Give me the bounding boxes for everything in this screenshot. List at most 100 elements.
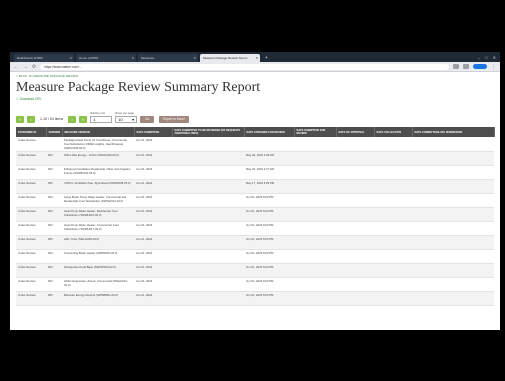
- table-cell: Jun 01, 2022 8:00 PM: [244, 221, 294, 236]
- table-cell: Behavior Energy Reports (SWWB001-03.0): [62, 291, 134, 306]
- table-cell: [374, 277, 412, 292]
- table-cell: 003: [46, 263, 62, 278]
- table-row[interactable]: Under Review 003 Heat Pump Water Heater, R…: [16, 207, 494, 222]
- page-content: < BACK TO MEASURE PACKAGE REVIEW Measure…: [10, 72, 500, 308]
- menu-icon[interactable]: ⋮: [491, 64, 496, 70]
- tab-home[interactable]: Home | ETRM ✕: [76, 54, 136, 62]
- table-cell: Jun 01, 2022 8:00 PM: [244, 207, 294, 222]
- table-cell: Under Review: [16, 263, 46, 278]
- table-cell: [336, 249, 374, 264]
- column-header[interactable]: DATE COMMITTED/LATE SUBMISSION: [412, 127, 495, 137]
- table-cell: Under Review: [16, 165, 46, 180]
- address-bar: ← → ⟳ https://www.caetrm.com/... ⋮: [10, 62, 500, 72]
- table-cell: [374, 263, 412, 278]
- table-cell: 003: [46, 193, 62, 208]
- go-button[interactable]: Go: [140, 116, 155, 123]
- close-icon[interactable]: ✕: [131, 56, 134, 60]
- column-header[interactable]: DATE COLLECTION: [374, 127, 413, 137]
- table-cell: Jun 01, 2022: [134, 221, 172, 236]
- last-page-button[interactable]: »: [79, 116, 88, 123]
- minimize-icon[interactable]: –: [478, 55, 480, 60]
- extension-icon[interactable]: [463, 64, 469, 69]
- close-icon[interactable]: ✕: [69, 56, 72, 60]
- prev-page-button[interactable]: ‹: [27, 116, 35, 123]
- profile-button[interactable]: [473, 64, 487, 69]
- table-row[interactable]: Under Review 003 Office Wet Energy - HVAC …: [16, 151, 494, 166]
- table-cell: [336, 235, 374, 250]
- table-cell: [294, 235, 336, 250]
- table-cell: Under Review: [16, 221, 46, 236]
- table-cell: [294, 165, 336, 180]
- table-cell: [336, 165, 374, 180]
- starting-row-input[interactable]: 1: [90, 116, 113, 123]
- maximize-icon[interactable]: □: [485, 55, 487, 60]
- table-row[interactable]: Under Review 003 Enhanced Ventilation Resi…: [16, 165, 494, 180]
- column-header[interactable]: DATE SUBMITTED FOR REVIEW: [294, 127, 337, 137]
- table-row[interactable]: Under Review 003 Behavior Energy Reports (…: [16, 291, 494, 306]
- column-header[interactable]: MEASURE VERSION: [62, 127, 135, 137]
- table-cell: Refrigerated Cold Base (SWWP003-02.0): [62, 263, 134, 278]
- column-header[interactable]: DATE OF APPROVAL: [336, 127, 375, 137]
- table-cell: [46, 137, 62, 152]
- table-cell: Jun 01, 2022 8:00 PM: [244, 249, 294, 264]
- forward-icon[interactable]: →: [23, 64, 28, 70]
- table-cell: 003: [46, 235, 62, 250]
- table-cell: Jun 01, 2022: [134, 249, 172, 264]
- table-row[interactable]: Under Review 003 HVAC Evaporator, Zoned, C…: [16, 277, 494, 292]
- table-cell: [336, 151, 374, 166]
- extension-icon[interactable]: [453, 64, 459, 69]
- column-header[interactable]: STATEWIDE ID: [16, 127, 47, 137]
- column-header[interactable]: DATE SUBMITTED TO BE REVIEWED (PA REQUES…: [172, 127, 245, 137]
- table-cell: [374, 165, 412, 180]
- table-cell: 003: [46, 221, 62, 236]
- table-cell: [412, 165, 494, 180]
- table-row[interactable]: Under Review 003 Refrigerated Cold Base (S…: [16, 263, 494, 278]
- column-header[interactable]: DATE SUBMITTED: [134, 127, 173, 137]
- table-cell: Jun 01, 2022 8:00 PM: [244, 277, 294, 292]
- table-cell: 003: [46, 151, 62, 166]
- page-title: Measure Package Review Summary Report: [16, 80, 261, 95]
- first-page-button[interactable]: «: [16, 116, 24, 123]
- table-cell: [336, 221, 374, 236]
- tab-measures[interactable]: Measures ✕: [138, 54, 198, 62]
- table-cell: 003: [46, 207, 62, 222]
- table-cell: [336, 137, 374, 152]
- export-button[interactable]: Export to Excel: [159, 116, 189, 123]
- tab-review-summary[interactable]: Measure Package Review Summ ✕: [200, 54, 260, 62]
- url-input[interactable]: https://www.caetrm.com/...: [40, 63, 449, 70]
- table-cell: [294, 179, 336, 194]
- table-row[interactable]: Under Review 003 LED, Tube (SWLG009-03.0) J…: [16, 235, 494, 250]
- new-tab-icon[interactable]: +: [262, 54, 271, 62]
- table-row[interactable]: Under Review 005 VSD for Ventilation Fan, …: [16, 179, 494, 194]
- reload-icon[interactable]: ⟳: [32, 64, 36, 70]
- download-link[interactable]: ⇩ Download CSV: [16, 97, 494, 101]
- table-cell: Jun 01, 2022 8:00 PM: [244, 263, 294, 278]
- tab-dashboard[interactable]: Dashboard | ETRM ✕: [14, 54, 74, 62]
- table-cell: Enhanced Ventilation Residential, Other …: [62, 165, 134, 180]
- next-page-button[interactable]: ›: [68, 116, 77, 123]
- breadcrumb[interactable]: < BACK TO MEASURE PACKAGE REVIEW: [16, 74, 494, 78]
- close-icon[interactable]: ✕: [193, 56, 196, 60]
- table-cell: Jun 01, 2022: [134, 277, 172, 292]
- table-cell: Under Review: [16, 151, 46, 166]
- table-row[interactable]: Under Review 003 Connecting Boiler Heater …: [16, 249, 494, 264]
- close-window-icon[interactable]: ✕: [493, 55, 496, 60]
- column-header[interactable]: VERSION: [46, 127, 63, 137]
- table-row[interactable]: Under Review 003 Large Boiler Pump Water H…: [16, 193, 494, 208]
- table-cell: [172, 151, 244, 166]
- table-cell: Jun 01, 2022 8:00 PM: [244, 291, 294, 306]
- table-cell: Jun 01, 2022: [134, 165, 172, 180]
- table-row[interactable]: Under Review 003 Heat Pump Water Heater, C…: [16, 221, 494, 236]
- table-row[interactable]: Under Review Packaged Heat Pump Air Condi…: [16, 137, 494, 152]
- table-cell: [294, 249, 336, 264]
- table-cell: [294, 221, 336, 236]
- table-cell: [336, 207, 374, 222]
- back-icon[interactable]: ←: [14, 64, 19, 70]
- rows-per-page-select[interactable]: 10 ▾: [115, 116, 138, 123]
- table-cell: [244, 137, 294, 152]
- table-cell: [412, 221, 494, 236]
- close-icon[interactable]: ✕: [255, 56, 258, 60]
- table-cell: [336, 193, 374, 208]
- column-header[interactable]: DATE ASSIGNED FOR REVIEW: [244, 127, 295, 137]
- table-cell: [412, 179, 494, 194]
